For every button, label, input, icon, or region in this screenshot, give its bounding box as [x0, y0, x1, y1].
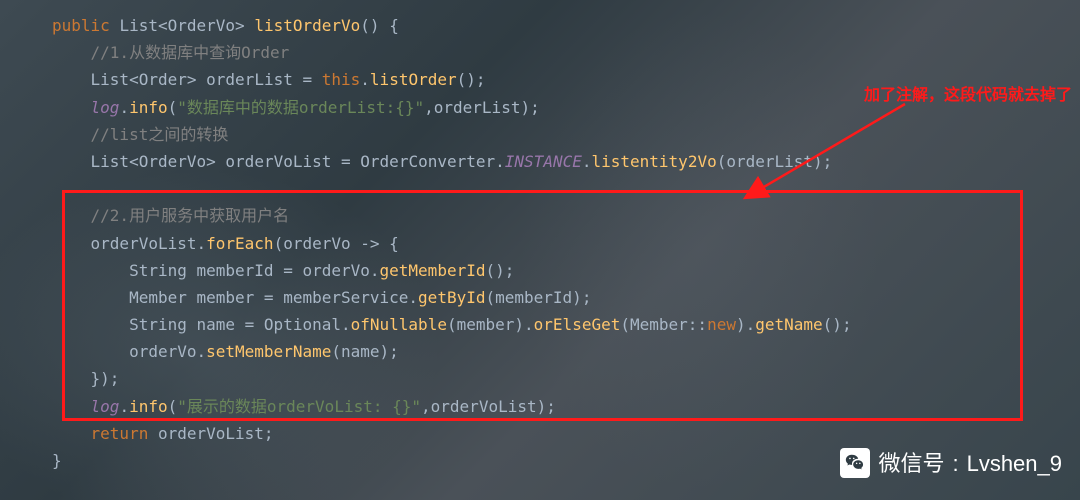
watermark: 微信号: Lvshen_9 [840, 445, 1062, 482]
comment: //2.用户服务中获取用户名 [91, 206, 290, 225]
comment: //1.从数据库中查询Order [91, 43, 290, 62]
comment: //list之间的转换 [91, 125, 229, 144]
wechat-icon [840, 448, 870, 478]
keyword: public [52, 16, 110, 35]
watermark-label: 微信号 [878, 445, 944, 482]
code-editor-viewport: public List<OrderVo> listOrderVo() { //1… [0, 0, 1080, 500]
watermark-value: Lvshen_9 [967, 445, 1062, 482]
annotation-text: 加了注解，这段代码就去掉了 [864, 82, 1072, 109]
outer-frame: public List<OrderVo> listOrderVo() { //1… [0, 0, 1080, 500]
